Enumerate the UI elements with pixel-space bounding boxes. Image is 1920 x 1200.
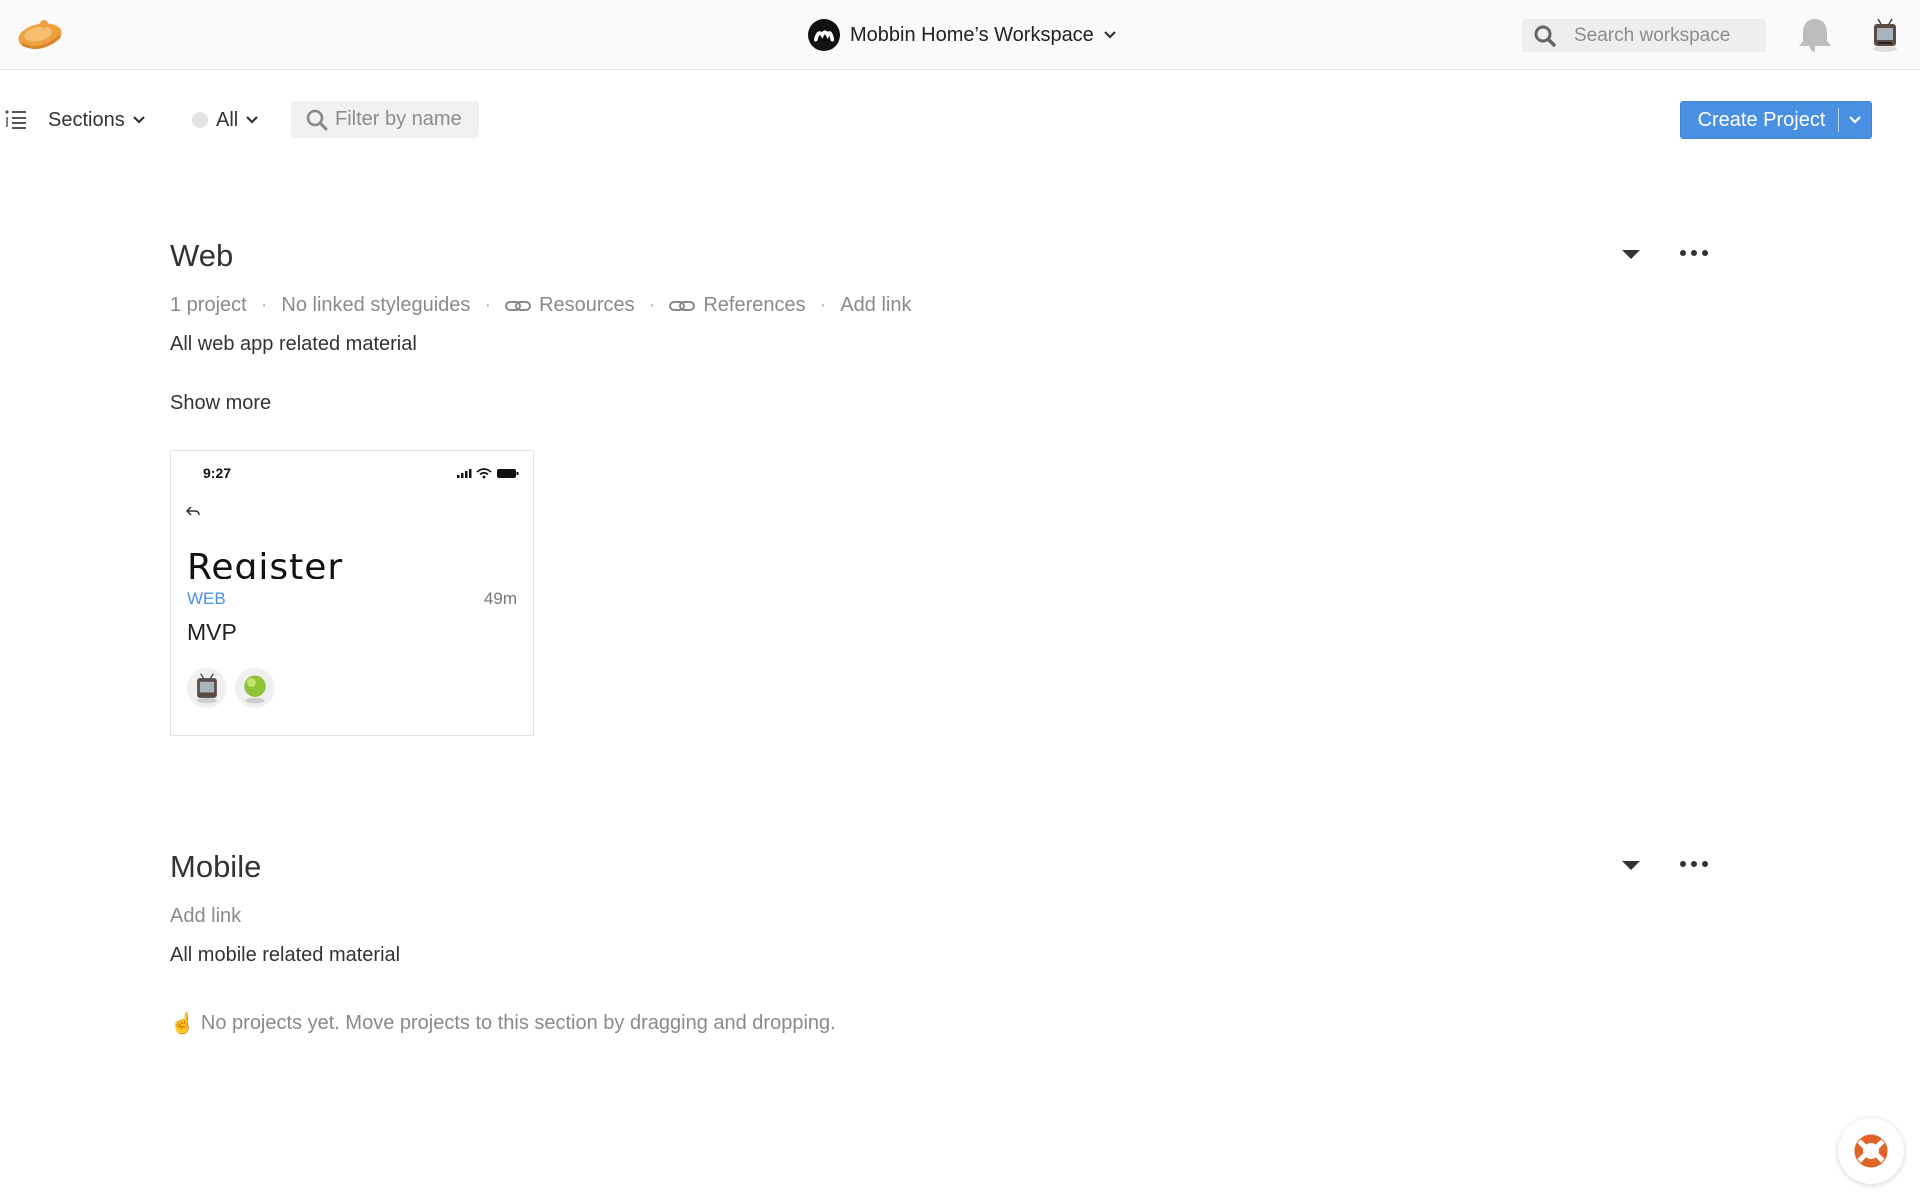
- project-members: [187, 668, 517, 708]
- top-bar: Mobbin Home’s Workspace: [0, 0, 1920, 70]
- separator: ·: [648, 294, 656, 316]
- add-link-button[interactable]: Add link: [840, 294, 911, 317]
- status-dot-icon: [192, 112, 208, 128]
- pointing-finger-icon: ☝️: [170, 1013, 195, 1035]
- sections-label: Sections: [48, 108, 125, 131]
- toolbar: Sections All Create Project: [0, 100, 1920, 140]
- project-card-body: WEB 49m MVP: [171, 589, 533, 708]
- separator: ·: [260, 294, 268, 316]
- section-mobile: Mobile Add link All mobile related mater…: [170, 849, 1730, 1036]
- references-label: References: [703, 294, 806, 316]
- resources-link[interactable]: Resources: [505, 294, 635, 317]
- workspace-search: [1522, 19, 1766, 52]
- section-description: All mobile related material: [170, 944, 401, 966]
- project-title: MVP: [187, 619, 237, 645]
- lifebuoy-icon: [1854, 1134, 1888, 1168]
- more-options-icon[interactable]: [1678, 858, 1710, 870]
- search-icon: [1534, 25, 1556, 47]
- create-project-button[interactable]: Create Project: [1681, 109, 1838, 132]
- workspace-name: Mobbin Home’s Workspace: [850, 23, 1094, 46]
- notifications-bell-icon[interactable]: [1796, 15, 1834, 55]
- workspace-switcher[interactable]: Mobbin Home’s Workspace: [808, 18, 1116, 52]
- link-icon: [669, 300, 696, 311]
- thumbnail-heading: Register: [187, 547, 344, 579]
- workspace-logo-icon: [808, 19, 840, 51]
- member-avatar-tv-icon[interactable]: [187, 668, 227, 708]
- project-card[interactable]: 9:27 Register WEB 49m MVP: [170, 450, 534, 736]
- search-input[interactable]: [1574, 24, 1754, 47]
- sections-list-icon[interactable]: [4, 108, 28, 132]
- section-meta: Add link: [170, 905, 1730, 928]
- collapse-caret-icon[interactable]: [1620, 246, 1642, 262]
- thumbnail-time: 9:27: [203, 465, 232, 481]
- chevron-down-icon: [132, 116, 145, 124]
- help-lifebuoy-button[interactable]: [1838, 1118, 1904, 1184]
- chevron-down-icon: [1104, 31, 1116, 39]
- section-actions: [1620, 849, 1720, 879]
- project-count: 1 project: [170, 294, 247, 316]
- empty-state-text: No projects yet. Move projects to this s…: [200, 1012, 836, 1034]
- section-description: All web app related material: [170, 333, 417, 355]
- status-filter-label: All: [216, 108, 239, 131]
- add-link-button[interactable]: Add link: [170, 905, 241, 928]
- collapse-caret-icon[interactable]: [1620, 857, 1642, 873]
- separator: ·: [819, 294, 827, 316]
- section-title[interactable]: Mobile: [170, 849, 1730, 885]
- project-meta-row: WEB 49m: [187, 589, 517, 609]
- create-options-button[interactable]: [1839, 101, 1871, 139]
- member-avatar-ball-icon[interactable]: [235, 668, 275, 708]
- chevron-down-icon: [1849, 116, 1861, 124]
- project-thumbnail: 9:27 Register: [171, 451, 533, 579]
- styleguides-link[interactable]: No linked styleguides: [281, 294, 470, 317]
- empty-state-message: ☝️ No projects yet. Move projects to thi…: [170, 1011, 1730, 1036]
- zeplin-logo-icon[interactable]: [14, 14, 66, 54]
- resources-label: Resources: [539, 294, 635, 316]
- back-arrow-icon: [185, 506, 200, 516]
- chevron-down-icon: [246, 116, 259, 124]
- section-actions: [1620, 238, 1720, 268]
- project-updated-time: 49m: [483, 589, 517, 608]
- section-meta: 1 project · No linked styleguides · Reso…: [170, 294, 1730, 317]
- filter-by-name: [291, 101, 479, 138]
- section-title[interactable]: Web: [170, 238, 1730, 274]
- show-more-button[interactable]: Show more: [170, 392, 271, 415]
- create-project-button-group: Create Project: [1680, 101, 1872, 139]
- search-icon: [306, 109, 328, 130]
- phone-status-icons: [457, 468, 519, 479]
- status-filter-dropdown[interactable]: All: [192, 104, 259, 136]
- filter-input[interactable]: [335, 108, 475, 131]
- user-avatar[interactable]: [1866, 16, 1904, 54]
- separator: ·: [484, 294, 492, 316]
- section-web: Web 1 project · No linked styleguides · …: [170, 238, 1730, 415]
- more-options-icon[interactable]: [1678, 247, 1710, 259]
- link-icon: [505, 300, 532, 311]
- project-platform-tag: WEB: [187, 589, 226, 608]
- sections-dropdown[interactable]: Sections: [48, 104, 145, 136]
- references-link[interactable]: References: [669, 294, 806, 317]
